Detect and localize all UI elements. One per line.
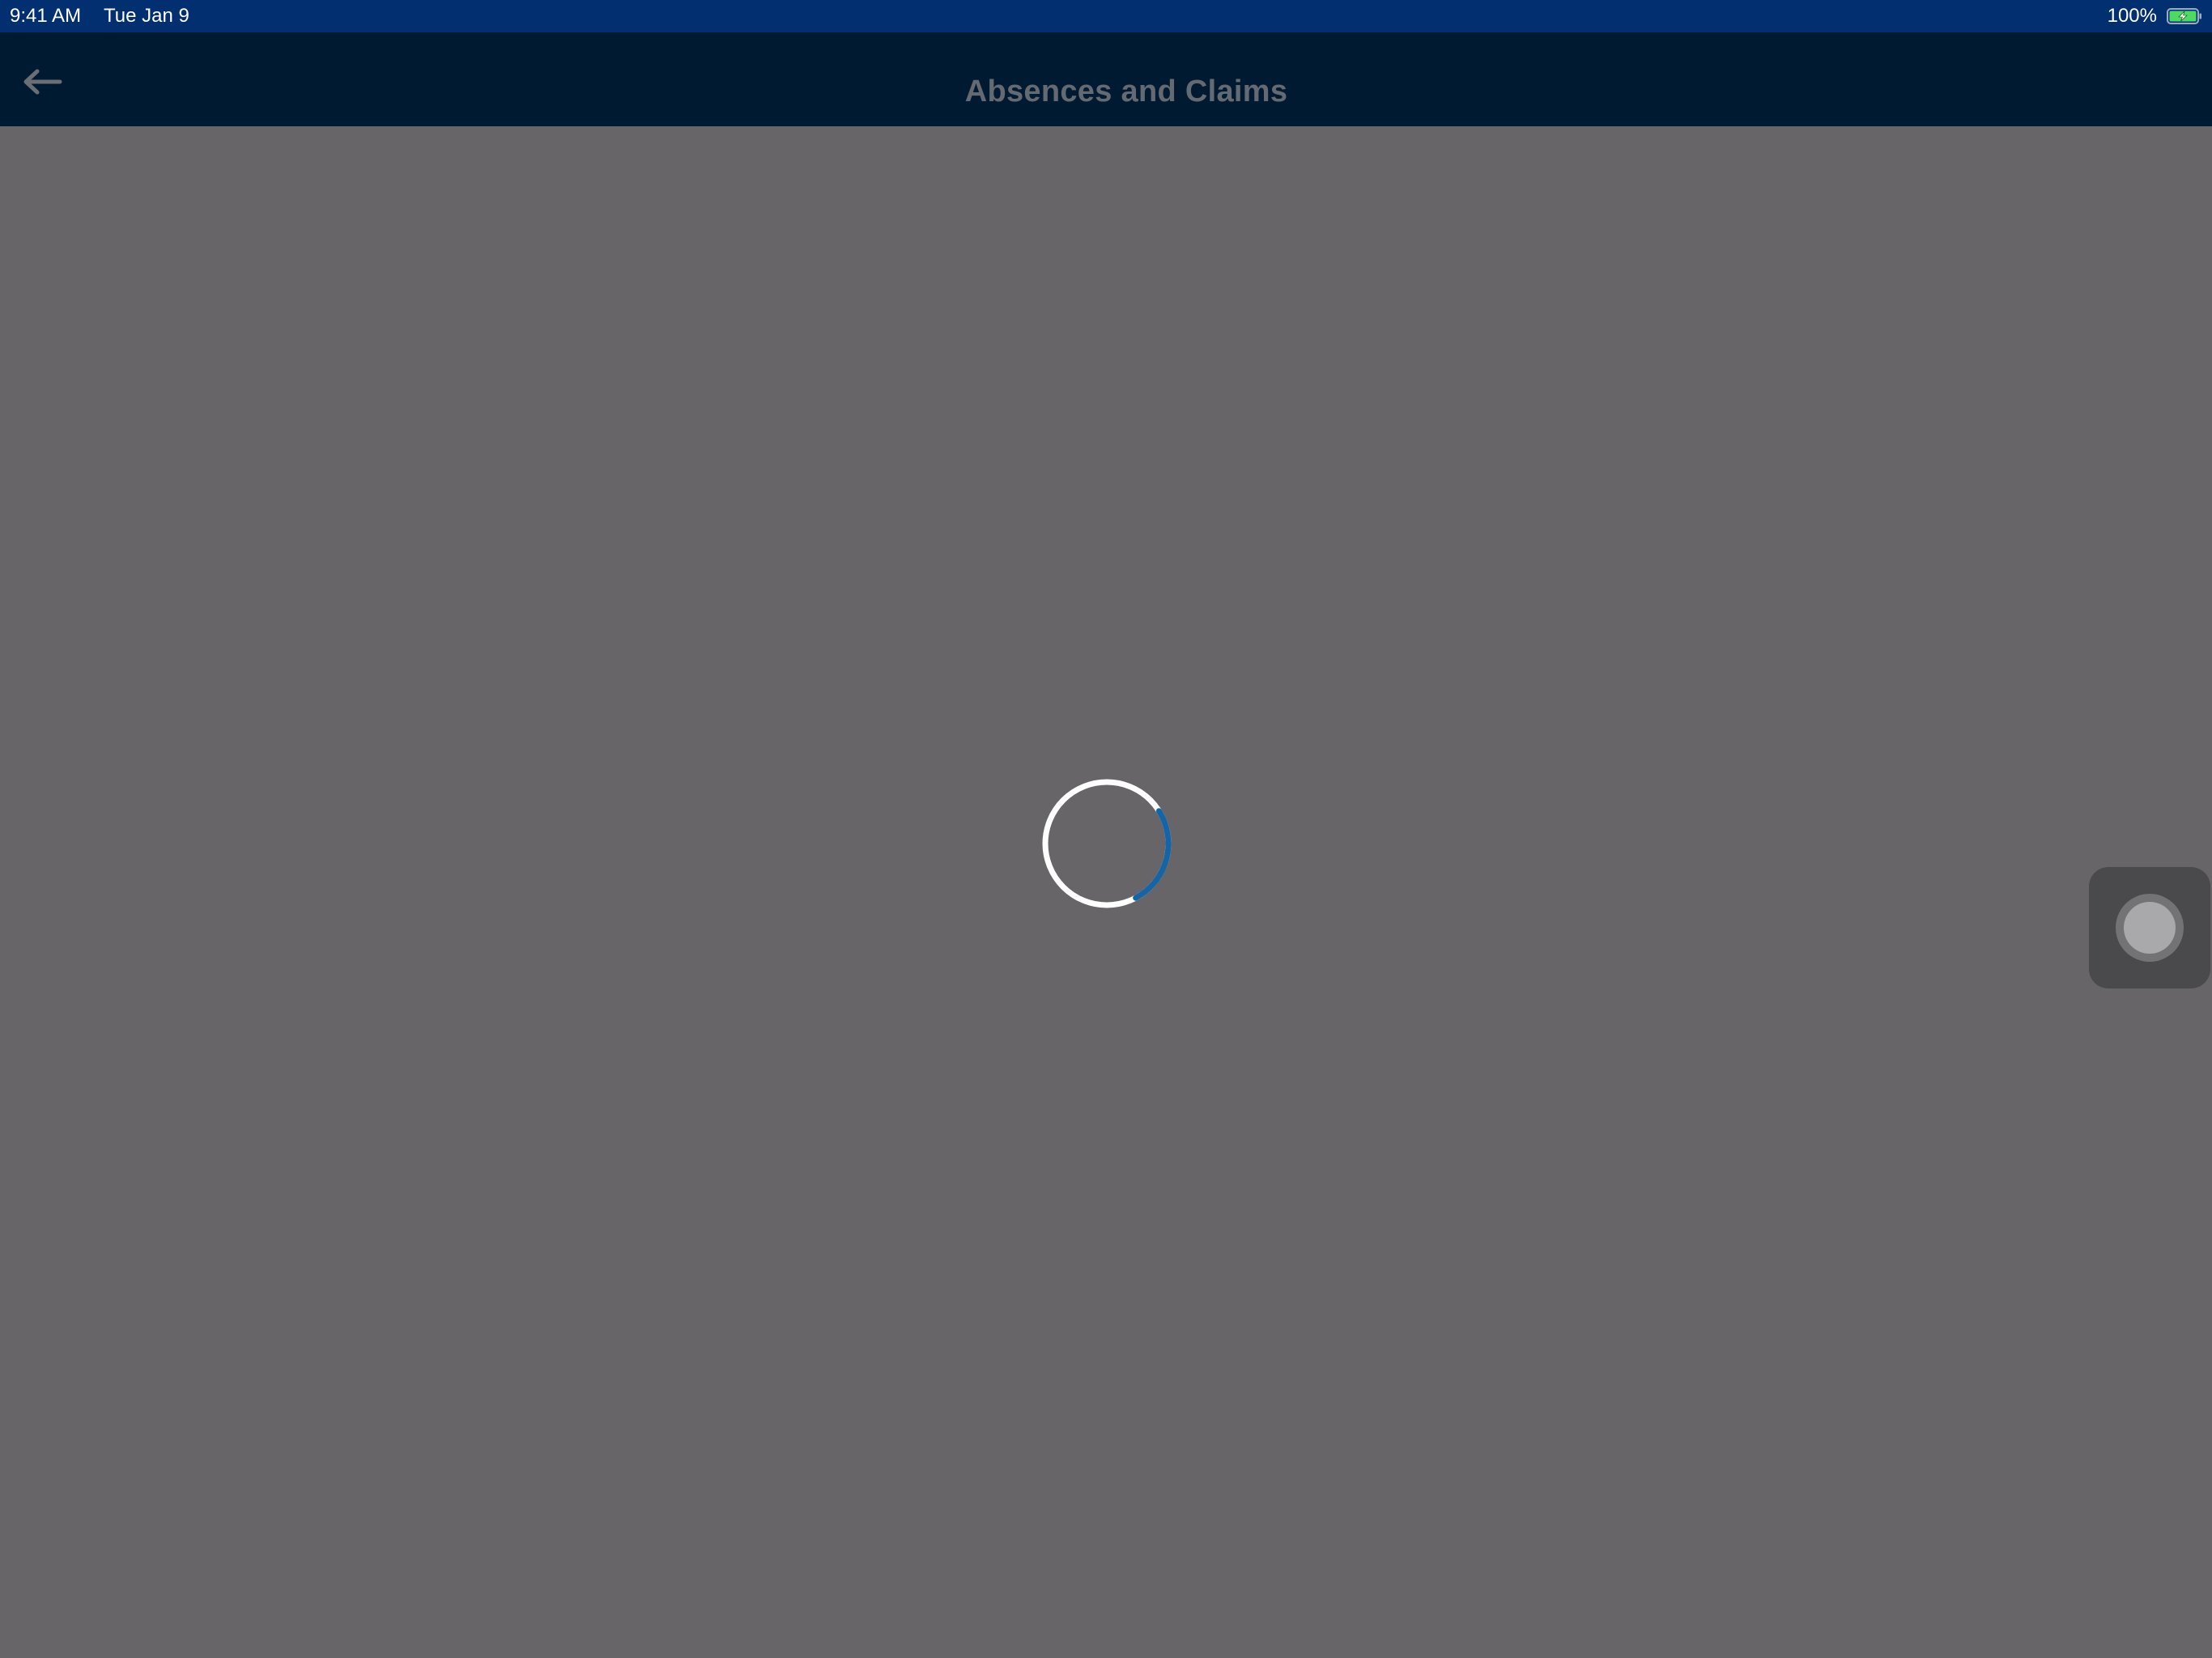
battery-icon bbox=[2167, 8, 2201, 24]
nav-header: Absences and Claims bbox=[0, 32, 2212, 126]
loading-spinner-icon bbox=[1042, 779, 1172, 908]
battery-percent: 100% bbox=[2107, 5, 2157, 27]
app-screen: 9:41 AM Tue Jan 9 100% Absences and Clai… bbox=[0, 0, 2212, 1658]
page-title: Absences and Claims bbox=[964, 74, 1288, 108]
assistive-touch-button[interactable] bbox=[2089, 867, 2210, 988]
status-date: Tue Jan 9 bbox=[104, 5, 189, 27]
status-bar: 9:41 AM Tue Jan 9 100% bbox=[0, 0, 2212, 32]
assistive-touch-icon bbox=[2124, 902, 2176, 954]
status-time: 9:41 AM bbox=[10, 5, 82, 27]
